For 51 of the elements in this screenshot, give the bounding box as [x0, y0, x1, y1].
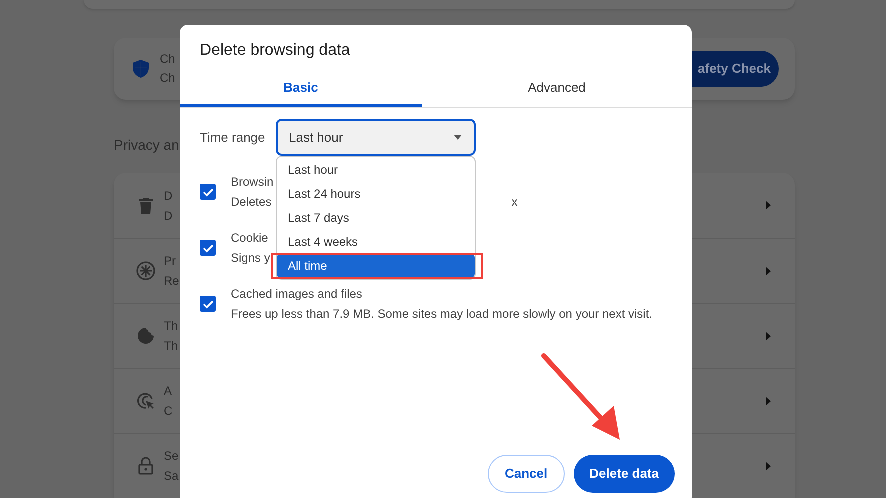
item-description-tail: x: [512, 194, 518, 211]
item-description: Frees up less than 7.9 MB. Some sites may load more slowly on your next visit.: [231, 306, 653, 323]
check-icon: [202, 300, 214, 308]
item-title: Cookie: [231, 230, 268, 247]
cookie-icon: [137, 327, 155, 345]
section-heading: Privacy an: [114, 136, 180, 155]
row-title: Th: [164, 318, 178, 335]
row-subtitle: Th: [164, 338, 178, 355]
item-title: Browsin: [231, 174, 274, 191]
cancel-button[interactable]: Cancel: [488, 455, 565, 493]
caret-right-icon[interactable]: [766, 396, 771, 406]
field-label: Time range: [200, 128, 266, 147]
trash-icon: [139, 198, 153, 214]
dialog-title: Delete browsing data: [200, 41, 352, 61]
dropdown-option[interactable]: Last 4 weeks: [277, 230, 475, 254]
row-subtitle: D: [164, 208, 173, 224]
item-title: Cached images and files: [231, 286, 362, 303]
row-title: D: [164, 188, 173, 204]
tab[interactable]: Advanced: [422, 71, 692, 107]
card-title: Ch: [160, 51, 176, 68]
delete-data-button[interactable]: Delete data: [574, 455, 675, 493]
checkbox[interactable]: [200, 240, 216, 256]
dropdown-caret-icon: [454, 135, 462, 140]
row-subtitle: C: [164, 403, 173, 420]
caret-right-icon[interactable]: [766, 462, 771, 470]
dropdown-option[interactable]: Last 24 hours: [277, 182, 475, 206]
row-title: Pr: [164, 253, 176, 270]
check-icon: [202, 244, 214, 252]
row-title: Se: [164, 448, 179, 465]
dropdown-option[interactable]: Last 7 days: [277, 206, 475, 230]
caret-right-icon[interactable]: [766, 201, 771, 210]
time-range-select[interactable]: Last hour: [276, 119, 476, 156]
shield-icon: [133, 60, 149, 78]
card-subtitle: Ch: [160, 70, 176, 87]
checkbox[interactable]: [200, 296, 216, 312]
caret-right-icon[interactable]: [766, 332, 771, 340]
item-description: Deletes: [231, 194, 272, 211]
compass-icon: [136, 261, 156, 281]
tab[interactable]: Basic: [180, 71, 422, 107]
dropdown-option[interactable]: All time: [277, 254, 475, 278]
safety-check-button[interactable]: afety Check: [692, 51, 779, 87]
row-subtitle: Re: [164, 273, 180, 290]
checkbox[interactable]: [200, 184, 216, 200]
check-icon: [202, 188, 214, 196]
lock-icon: [138, 457, 154, 475]
item-description: Signs y: [231, 250, 270, 267]
caret-right-icon[interactable]: [766, 266, 771, 276]
row-subtitle: Sa: [164, 468, 179, 485]
dropdown-option[interactable]: Last hour: [277, 158, 475, 182]
row-title: A: [164, 383, 172, 400]
cursor-target-icon: [136, 391, 156, 411]
